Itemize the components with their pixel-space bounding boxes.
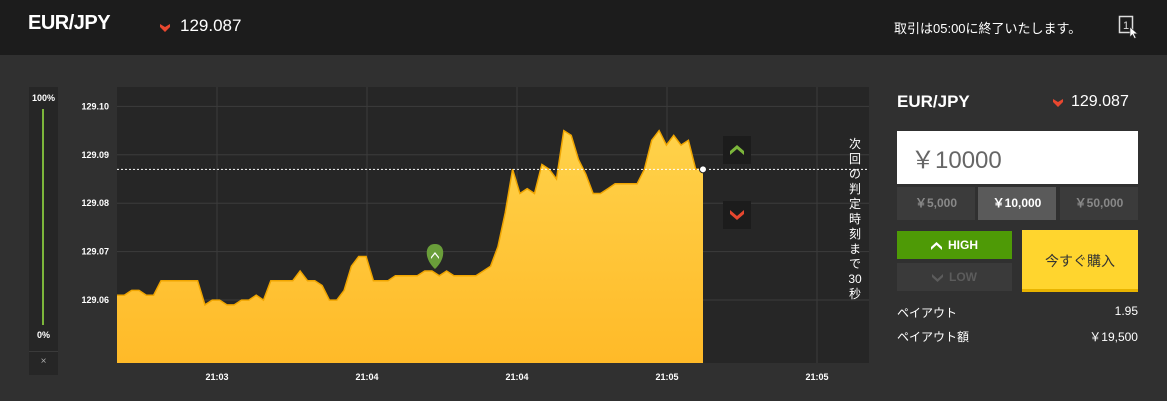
down-arrow-icon (730, 210, 744, 220)
down-arrow-icon (1053, 99, 1063, 107)
down-arrow-icon (932, 273, 943, 282)
preset-5000-button[interactable]: ￥5,000 (897, 187, 975, 220)
y-tick-label: 129.10 (81, 101, 109, 111)
countdown-label: 次回の判定時刻まで30秒 (848, 137, 862, 301)
preset-10000-button[interactable]: ￥10,000 (978, 187, 1056, 220)
y-tick-label: 129.06 (81, 295, 109, 305)
high-button[interactable]: HIGH (897, 231, 1012, 259)
low-button[interactable]: LOW (897, 263, 1012, 291)
y-tick-label: 129.07 (81, 247, 109, 257)
y-tick-label: 129.09 (81, 150, 109, 160)
gauge-top-label: 100% (31, 93, 56, 103)
header-pair-title: EUR/JPY (28, 12, 111, 34)
payout-amount-value: ￥19,500 (1089, 330, 1138, 344)
panel-pair-title: EUR/JPY (897, 92, 970, 111)
up-arrow-icon (931, 241, 942, 250)
payout-value: 1.95 (1114, 304, 1138, 318)
payout-label: ペイアウト (897, 306, 958, 320)
top-bar: EUR/JPY 129.087 取引は05:00に終了いたします。 1 (0, 0, 1167, 55)
side-high-button[interactable] (723, 136, 751, 164)
price-chart-svg: 129.10 129.09 129.08 129.07 129.06 21:03 21:0… (81, 87, 869, 382)
gauge-bottom-label: 0% (36, 330, 50, 340)
amount-input[interactable] (897, 131, 1138, 184)
gauge-close-button[interactable]: × (29, 351, 58, 371)
x-tick-label: 21:03 (205, 372, 228, 382)
payout-amount-label: ペイアウト額 (897, 330, 970, 344)
current-rate-dot (699, 165, 707, 174)
y-tick-label: 129.08 (81, 198, 109, 208)
expand-label: 1 (1123, 20, 1129, 32)
sentiment-gauge: 100% 0% × (29, 87, 58, 375)
preset-50000-button[interactable]: ￥50,000 (1060, 187, 1138, 220)
header-price: 129.087 (180, 16, 242, 35)
high-label: HIGH (948, 238, 978, 252)
x-tick-label: 21:05 (655, 372, 678, 382)
low-label: LOW (949, 270, 977, 284)
buy-now-button[interactable]: 今すぐ購入 (1022, 230, 1138, 292)
side-low-button[interactable] (723, 201, 751, 229)
panel-price: 129.087 (1071, 93, 1129, 110)
gauge-bar (42, 109, 44, 325)
expiry-notice: 取引は05:00に終了いたします。 (894, 21, 1082, 36)
down-arrow-icon (160, 24, 170, 32)
up-arrow-icon (730, 145, 744, 155)
price-chart: 129.10 129.09 129.08 129.07 129.06 21:03 21:0… (62, 87, 870, 387)
x-tick-label: 21:04 (355, 372, 378, 382)
x-tick-label: 21:05 (805, 372, 828, 382)
expand-window-icon[interactable]: 1 (1118, 15, 1140, 39)
x-tick-label: 21:04 (505, 372, 528, 382)
